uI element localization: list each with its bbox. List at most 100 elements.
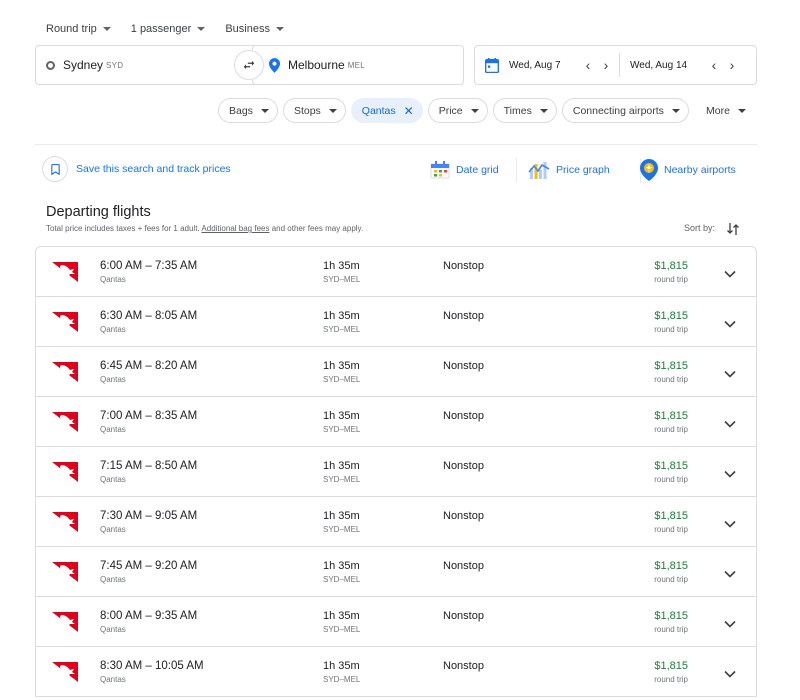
flight-row[interactable]: 7:00 AM – 8:35 AM Qantas 1h 35m SYD–MEL … (36, 397, 756, 447)
bookmark-icon (42, 156, 68, 182)
qantas-logo-icon (52, 262, 78, 287)
chevron-down-icon[interactable] (724, 565, 736, 583)
flight-stops: Nonstop (443, 410, 484, 422)
chevron-down-icon[interactable] (724, 365, 736, 383)
airline-name: Qantas (100, 425, 126, 434)
filter-chip-connecting-airports[interactable]: Connecting airports (561, 98, 689, 123)
caret-down-icon (539, 108, 548, 113)
flight-times: 7:15 AM – 8:50 AM (100, 460, 198, 472)
flight-stops: Nonstop (443, 460, 484, 472)
qantas-logo-icon (52, 562, 78, 587)
flight-row[interactable]: 7:45 AM – 9:20 AM Qantas 1h 35m SYD–MEL … (36, 547, 756, 597)
calendar-icon (485, 57, 499, 73)
flight-row[interactable]: 7:15 AM – 8:50 AM Qantas 1h 35m SYD–MEL … (36, 447, 756, 497)
flight-row[interactable]: 8:00 AM – 9:35 AM Qantas 1h 35m SYD–MEL … (36, 597, 756, 647)
flight-duration: 1h 35m (323, 510, 360, 522)
filter-chip-stops[interactable]: Stops (282, 98, 346, 123)
chevron-down-icon[interactable] (724, 665, 736, 683)
trip-type-select[interactable]: Round trip (46, 23, 111, 35)
chevron-down-icon[interactable] (724, 315, 736, 333)
qantas-logo-icon (52, 612, 78, 637)
return-date[interactable]: Wed, Aug 14 (630, 60, 707, 71)
chevron-down-icon[interactable] (724, 515, 736, 533)
flight-price: $1,815 (654, 660, 688, 672)
qantas-logo-icon (52, 362, 78, 387)
flight-price: $1,815 (654, 460, 688, 472)
flight-route: SYD–MEL (323, 375, 361, 384)
flight-stops: Nonstop (443, 310, 484, 322)
airline-name: Qantas (100, 325, 126, 334)
flight-duration: 1h 35m (323, 360, 360, 372)
disclaimer-text-end: and other fees may apply. (269, 224, 364, 233)
depart-date[interactable]: Wed, Aug 7 (509, 60, 581, 71)
chevron-down-icon[interactable] (724, 465, 736, 483)
flight-price: $1,815 (654, 260, 688, 272)
origin-field[interactable]: Sydney SYD (35, 45, 267, 85)
flight-stops: Nonstop (443, 560, 484, 572)
flight-route: SYD–MEL (323, 525, 361, 534)
chip-label: Price (438, 104, 463, 117)
more-filters-button[interactable]: More (706, 98, 746, 123)
qantas-logo-icon (52, 662, 78, 687)
filter-chip-price[interactable]: Price (427, 98, 488, 123)
airline-name: Qantas (100, 275, 126, 284)
filter-chip-bags[interactable]: Bags (218, 98, 278, 123)
passenger-label: 1 passenger (130, 23, 192, 35)
destination-city: Melbourne (288, 58, 345, 72)
price-type: round trip (654, 575, 688, 584)
chevron-left-icon[interactable]: ‹ (581, 58, 595, 72)
caret-down-icon (275, 27, 284, 31)
flight-row[interactable]: 6:45 AM – 8:20 AM Qantas 1h 35m SYD–MEL … (36, 347, 756, 397)
cabin-class-select[interactable]: Business (225, 23, 284, 35)
flight-times: 7:00 AM – 8:35 AM (100, 410, 198, 422)
flight-stops: Nonstop (443, 610, 484, 622)
flight-times: 6:45 AM – 8:20 AM (100, 360, 198, 372)
passenger-select[interactable]: 1 passenger (131, 23, 206, 35)
flight-route: SYD–MEL (323, 625, 361, 634)
price-graph-label: Price graph (556, 164, 610, 176)
filter-chip-airline[interactable]: Qantas ✕ (350, 98, 423, 123)
flight-price: $1,815 (654, 560, 688, 572)
flight-price: $1,815 (654, 610, 688, 622)
flight-duration: 1h 35m (323, 660, 360, 672)
flight-route: SYD–MEL (323, 475, 361, 484)
chevron-left-icon[interactable]: ‹ (707, 58, 721, 72)
divider (516, 158, 517, 182)
filter-chip-times[interactable]: Times (492, 98, 557, 123)
qantas-logo-icon (52, 512, 78, 537)
track-prices-button[interactable]: Save this search and track prices (42, 156, 231, 182)
close-icon[interactable]: ✕ (404, 104, 414, 118)
price-type: round trip (654, 675, 688, 684)
flight-times: 7:30 AM – 9:05 AM (100, 510, 198, 522)
price-type: round trip (654, 625, 688, 634)
caret-down-icon (197, 27, 206, 31)
chip-label: Connecting airports (572, 104, 664, 117)
date-grid-icon (430, 161, 450, 179)
caret-down-icon (470, 108, 479, 113)
flight-row[interactable]: 7:30 AM – 9:05 AM Qantas 1h 35m SYD–MEL … (36, 497, 756, 547)
flight-row[interactable]: 8:30 AM – 10:05 AM Qantas 1h 35m SYD–MEL… (36, 647, 756, 697)
section-title: Departing flights (46, 204, 151, 220)
chevron-right-icon[interactable]: › (725, 58, 739, 72)
flight-price: $1,815 (654, 310, 688, 322)
flight-row[interactable]: 6:00 AM – 7:35 AM Qantas 1h 35m SYD–MEL … (36, 247, 756, 297)
flight-route: SYD–MEL (323, 325, 361, 334)
price-type: round trip (654, 375, 688, 384)
price-graph-button[interactable]: Price graph (528, 156, 610, 184)
chevron-down-icon[interactable] (724, 615, 736, 633)
chevron-down-icon[interactable] (724, 265, 736, 283)
destination-field[interactable]: Melbourne MEL (252, 45, 464, 85)
airline-name: Qantas (100, 575, 126, 584)
date-grid-button[interactable]: Date grid (430, 156, 499, 184)
price-type: round trip (654, 525, 688, 534)
origin-code: SYD (106, 60, 124, 70)
qantas-logo-icon (52, 412, 78, 437)
sort-icon[interactable] (727, 222, 739, 241)
flight-duration: 1h 35m (323, 410, 360, 422)
flight-row[interactable]: 6:30 AM – 8:05 AM Qantas 1h 35m SYD–MEL … (36, 297, 756, 347)
chevron-down-icon[interactable] (724, 415, 736, 433)
chevron-right-icon[interactable]: › (599, 58, 613, 72)
swap-button[interactable] (234, 50, 264, 80)
nearby-airports-button[interactable]: Nearby airports (640, 156, 736, 184)
bag-fees-link[interactable]: Additional bag fees (201, 224, 269, 233)
